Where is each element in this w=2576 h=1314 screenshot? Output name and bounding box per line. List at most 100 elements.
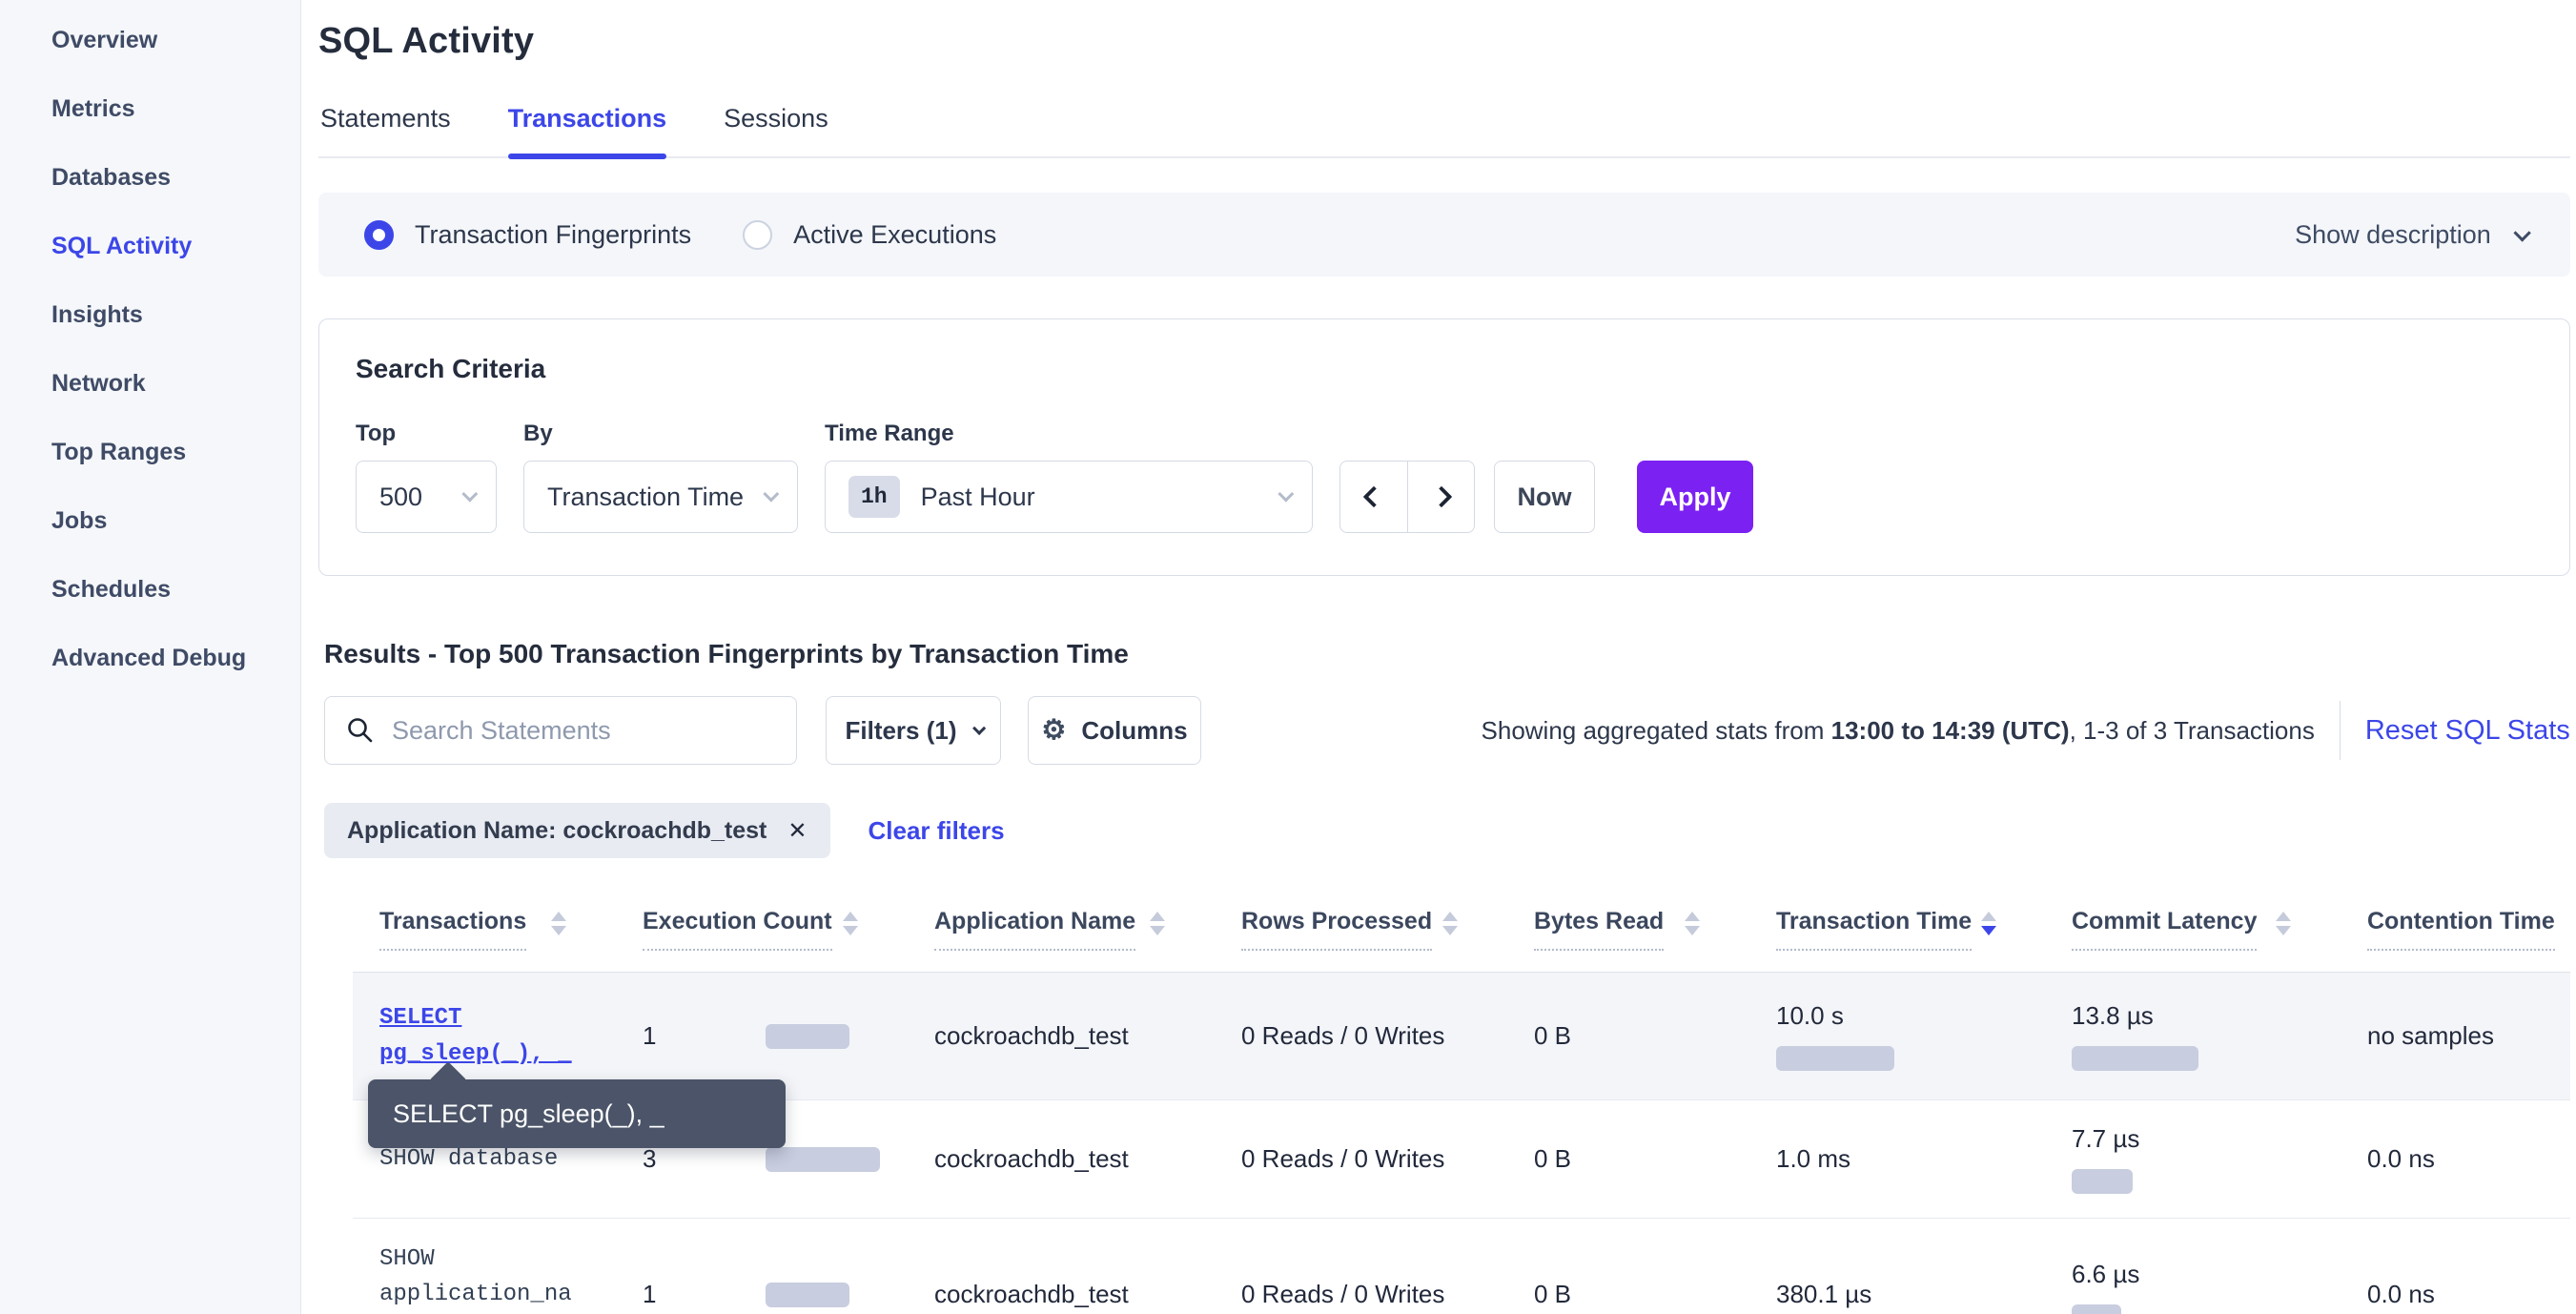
transaction-fingerprint-link[interactable]: SHOW application_name (353, 1219, 591, 1314)
column-label[interactable]: Transactions (379, 908, 526, 951)
filters-label: Filters (1) (845, 716, 956, 746)
main-content: SQL Activity Statements Transactions Ses… (301, 0, 2576, 1314)
stats-area: Showing aggregated stats from 13:00 to 1… (1482, 701, 2570, 760)
top-select[interactable]: 500 (356, 461, 497, 533)
show-description-label: Show description (2295, 220, 2491, 250)
column-label[interactable]: Rows Processed (1241, 908, 1432, 951)
commit-latency-cell: 7.7 µs (2045, 1101, 2341, 1217)
column-header-application-name: Application Name (908, 908, 1215, 972)
commit-latency-cell: 6.6 µs (2045, 1237, 2341, 1314)
chevron-left-icon (1363, 486, 1385, 508)
active-filters-row: Application Name: cockroachdb_test ✕ Cle… (318, 803, 2570, 858)
sidebar-item-databases[interactable]: Databases (0, 143, 300, 212)
apply-button[interactable]: Apply (1637, 461, 1753, 533)
chevron-down-icon (763, 486, 779, 503)
sidebar-item-network[interactable]: Network (0, 349, 300, 418)
search-criteria-title: Search Criteria (356, 354, 2531, 384)
sidebar-item-jobs[interactable]: Jobs (0, 486, 300, 555)
time-range-badge: 1h (848, 476, 900, 518)
chevron-down-icon (461, 486, 478, 503)
view-mode-band: Transaction Fingerprints Active Executio… (318, 193, 2570, 277)
contention-time-cell: 0.0 ns (2341, 1121, 2570, 1197)
sidebar-item-overview[interactable]: Overview (0, 6, 300, 74)
reset-sql-stats-link[interactable]: Reset SQL Stats (2365, 715, 2570, 747)
clear-filters-link[interactable]: Clear filters (869, 816, 1005, 846)
time-range-value: Past Hour (921, 482, 1035, 512)
column-label[interactable]: Execution Count (643, 908, 832, 951)
sidebar-item-top-ranges[interactable]: Top Ranges (0, 418, 300, 486)
column-label[interactable]: Contention Time (2367, 908, 2555, 951)
tab-bar: Statements Transactions Sessions (318, 104, 2570, 158)
filters-button[interactable]: Filters (1) (826, 696, 1001, 765)
column-header-execution-count: Execution Count (616, 908, 908, 972)
filter-chip-label: Application Name: cockroachdb_test (347, 817, 767, 845)
search-criteria-row: Top 500 By Transaction Time Time Range (356, 421, 2531, 533)
column-label[interactable]: Transaction Time (1776, 908, 1972, 951)
top-label: Top (356, 421, 497, 447)
transaction-time-cell: 380.1 µs (1749, 1257, 2045, 1314)
tab-sessions[interactable]: Sessions (724, 104, 828, 156)
application-name-cell: cockroachdb_test (908, 998, 1215, 1074)
columns-button[interactable]: ⚙ Columns (1028, 696, 1201, 765)
by-label: By (523, 421, 798, 447)
now-button[interactable]: Now (1494, 461, 1595, 533)
by-select[interactable]: Transaction Time (523, 461, 798, 533)
transaction-time-cell: 1.0 ms (1749, 1121, 2045, 1197)
commit-latency-bar (2072, 1046, 2198, 1071)
execution-count-cell: 1 (616, 998, 908, 1074)
execution-count-bar (766, 1283, 849, 1307)
show-description-toggle[interactable]: Show description (2295, 220, 2526, 250)
radio-transaction-fingerprints[interactable]: Transaction Fingerprints (364, 220, 691, 250)
sort-icon[interactable] (1442, 912, 1458, 935)
execution-count-cell: 1 (616, 1257, 908, 1314)
transaction-fingerprint-link[interactable]: SELECT pg_sleep(_), _ (353, 977, 591, 1094)
search-statements-input[interactable] (392, 716, 775, 746)
sidebar: Overview Metrics Databases SQL Activity … (0, 0, 301, 1314)
top-field: Top 500 (356, 421, 497, 533)
tooltip-text: SELECT pg_sleep(_), _ (393, 1099, 664, 1129)
sort-icon[interactable] (551, 912, 566, 935)
sidebar-item-insights[interactable]: Insights (0, 280, 300, 349)
time-range-select[interactable]: 1h Past Hour (825, 461, 1313, 533)
sidebar-item-sql-activity[interactable]: SQL Activity (0, 212, 300, 280)
commit-latency-bar (2072, 1304, 2121, 1314)
transaction-time-bar (1776, 1046, 1894, 1071)
column-label[interactable]: Application Name (934, 908, 1135, 951)
column-header-commit-latency: Commit Latency (2045, 908, 2341, 972)
column-header-transactions: Transactions (353, 908, 616, 972)
by-select-value: Transaction Time (547, 482, 744, 512)
sidebar-item-schedules[interactable]: Schedules (0, 555, 300, 624)
transaction-time-cell: 10.0 s (1749, 978, 2045, 1094)
application-name-cell: cockroachdb_test (908, 1121, 1215, 1197)
rows-processed-cell: 0 Reads / 0 Writes (1215, 1257, 1507, 1314)
sort-icon[interactable] (843, 912, 858, 935)
previous-time-button[interactable] (1340, 462, 1407, 532)
filter-chip-application-name[interactable]: Application Name: cockroachdb_test ✕ (324, 803, 830, 858)
sort-icon[interactable] (1150, 912, 1165, 935)
chevron-down-icon (2513, 224, 2530, 241)
sidebar-item-advanced-debug[interactable]: Advanced Debug (0, 624, 300, 692)
sidebar-item-metrics[interactable]: Metrics (0, 74, 300, 143)
tab-transactions[interactable]: Transactions (508, 104, 667, 156)
remove-filter-icon[interactable]: ✕ (787, 817, 807, 845)
radio-label: Transaction Fingerprints (415, 220, 691, 250)
sort-icon[interactable] (2276, 912, 2291, 935)
tab-statements[interactable]: Statements (320, 104, 451, 156)
column-label[interactable]: Commit Latency (2072, 908, 2257, 951)
columns-label: Columns (1081, 716, 1187, 746)
radio-active-executions[interactable]: Active Executions (743, 220, 996, 250)
statement-tooltip: SELECT pg_sleep(_), _ (368, 1079, 786, 1148)
transactions-table: Transactions Execution Count Application… (353, 908, 2570, 1314)
radio-unselected-icon (743, 220, 772, 250)
contention-time-cell: no samples (2341, 998, 2570, 1074)
time-range-field: Time Range 1h Past Hour (825, 421, 1313, 533)
rows-processed-cell: 0 Reads / 0 Writes (1215, 998, 1507, 1074)
sort-icon[interactable] (1685, 912, 1700, 935)
vertical-divider (2340, 701, 2341, 760)
sort-desc-icon[interactable] (1981, 912, 1996, 935)
search-icon (346, 716, 375, 745)
next-time-button[interactable] (1407, 462, 1474, 532)
app-window: Overview Metrics Databases SQL Activity … (0, 0, 2576, 1314)
commit-latency-bar (2072, 1169, 2133, 1194)
column-label[interactable]: Bytes Read (1534, 908, 1664, 951)
